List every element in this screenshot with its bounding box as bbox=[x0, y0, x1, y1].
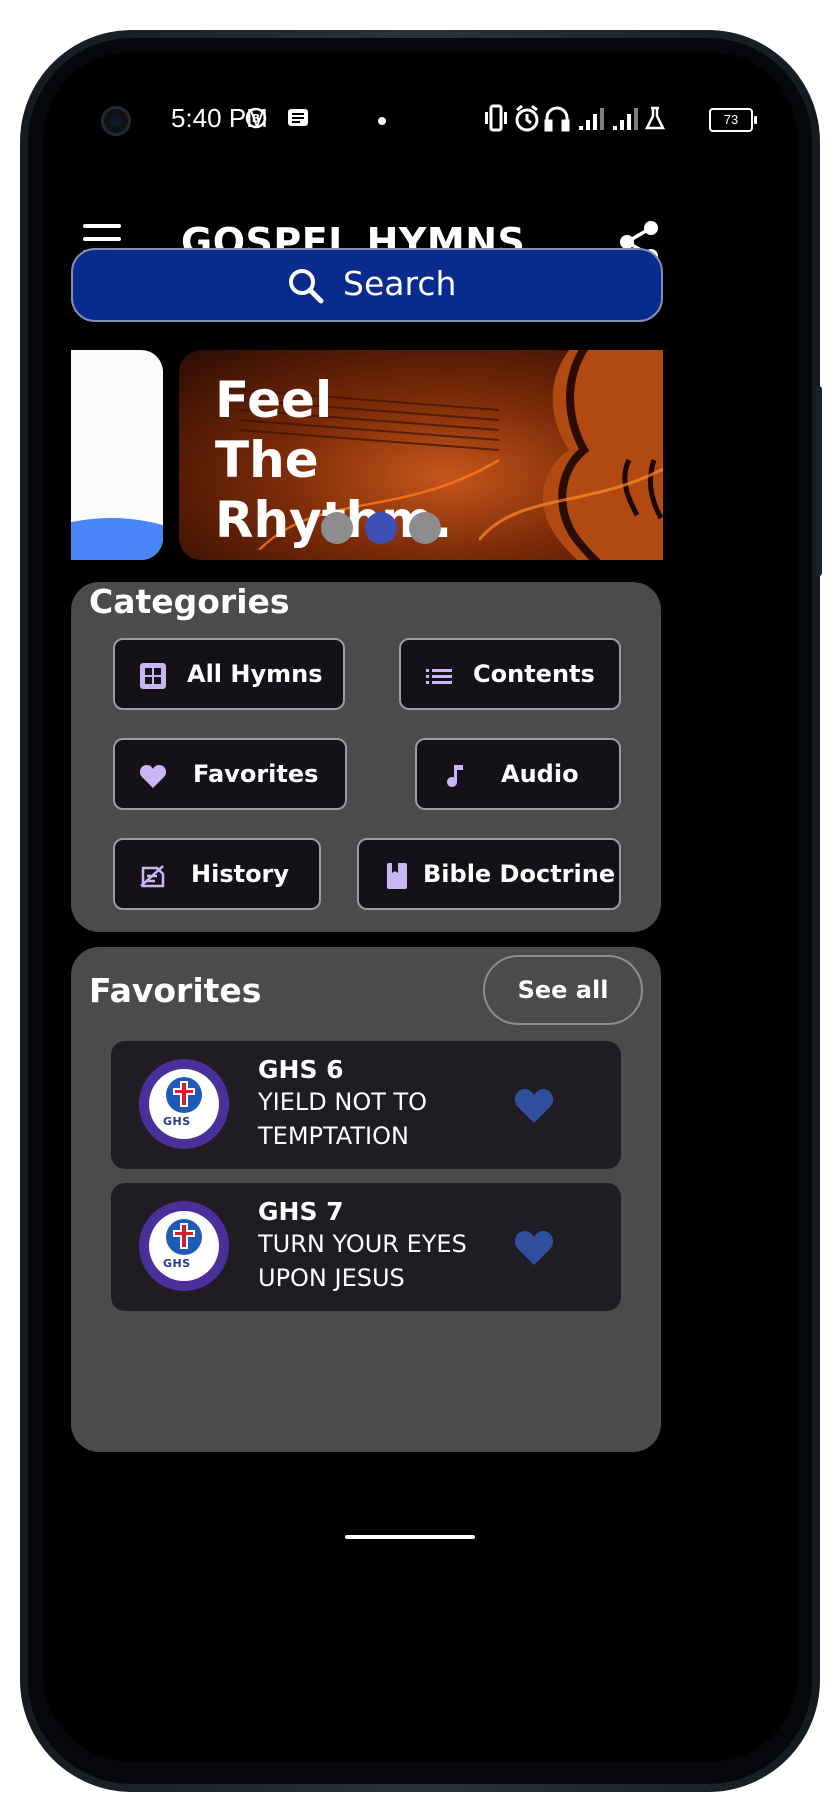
violin-image bbox=[479, 350, 663, 560]
volume-button bbox=[816, 386, 822, 576]
carousel-slide-previous[interactable] bbox=[71, 350, 163, 560]
favorite-heart-icon[interactable] bbox=[513, 1085, 555, 1125]
hymn-logo: GHS bbox=[139, 1201, 229, 1291]
favorite-hymn-item[interactable]: GHS GHS 6 YIELD NOT TO TEMPTATION bbox=[111, 1041, 621, 1169]
music-note-icon bbox=[447, 765, 463, 787]
logo-text: GHS bbox=[163, 1115, 191, 1128]
see-all-button[interactable]: See all bbox=[483, 955, 643, 1025]
category-contents[interactable]: Contents bbox=[399, 638, 621, 710]
svg-text:B: B bbox=[252, 112, 260, 125]
search-bar[interactable]: Search bbox=[71, 248, 663, 322]
app-screen: 5:40 PM B 73 GOSPEL HYMNS Search Feel Th… bbox=[43, 52, 798, 1762]
favorite-heart-icon[interactable] bbox=[513, 1227, 555, 1267]
carousel-indicators bbox=[321, 512, 461, 546]
search-label: Search bbox=[343, 264, 457, 303]
category-favorites[interactable]: Favorites bbox=[113, 738, 347, 810]
battery-indicator: 73 bbox=[709, 108, 757, 132]
hymn-title: YIELD NOT TO TEMPTATION bbox=[258, 1088, 428, 1150]
logo-text: GHS bbox=[163, 1257, 191, 1270]
alarm-icon bbox=[515, 104, 539, 132]
list-icon bbox=[426, 669, 452, 684]
headphones-icon bbox=[544, 106, 570, 132]
category-all-hymns[interactable]: All Hymns bbox=[113, 638, 345, 710]
hymn-number: GHS 6 bbox=[258, 1055, 344, 1084]
banner-carousel[interactable]: Feel The Rhythm. bbox=[71, 350, 663, 560]
category-label: Audio bbox=[501, 760, 579, 788]
vibrate-icon bbox=[485, 104, 507, 132]
lab-icon bbox=[644, 106, 666, 130]
carousel-indicator-3[interactable] bbox=[409, 512, 441, 544]
more-notifications-dot bbox=[378, 117, 386, 125]
hymn-number: GHS 7 bbox=[258, 1197, 344, 1226]
category-label: Bible Doctrine bbox=[423, 860, 616, 888]
history-icon bbox=[140, 865, 165, 888]
favorites-card: Favorites See all GHS GHS 6 YIELD NOT TO… bbox=[71, 947, 661, 1452]
category-label: All Hymns bbox=[187, 660, 323, 688]
hymn-title: TURN YOUR EYES UPON JESUS bbox=[258, 1230, 467, 1292]
category-label: History bbox=[191, 860, 290, 888]
status-bar: 5:40 PM B 73 bbox=[43, 52, 798, 192]
categories-card: Categories All Hymns Contents Favorites bbox=[71, 582, 661, 932]
grid-icon bbox=[140, 663, 166, 689]
slide-text-line-1: Feel bbox=[215, 371, 333, 429]
home-indicator[interactable] bbox=[345, 1535, 475, 1539]
favorite-hymn-item[interactable]: GHS GHS 7 TURN YOUR EYES UPON JESUS bbox=[111, 1183, 621, 1311]
app-notification-icon: B bbox=[245, 107, 267, 129]
carousel-indicator-1[interactable] bbox=[321, 512, 353, 544]
hymn-logo: GHS bbox=[139, 1059, 229, 1149]
carousel-indicator-2[interactable] bbox=[365, 512, 397, 544]
signal-icon-1 bbox=[579, 108, 604, 130]
signal-icon-2 bbox=[613, 108, 638, 130]
slide-text-line-2: The bbox=[215, 431, 319, 489]
message-notification-icon bbox=[287, 107, 309, 129]
search-icon bbox=[289, 269, 324, 304]
book-icon bbox=[387, 863, 407, 889]
categories-title: Categories bbox=[89, 582, 290, 621]
category-label: Contents bbox=[473, 660, 595, 688]
category-label: Favorites bbox=[193, 760, 319, 788]
category-audio[interactable]: Audio bbox=[415, 738, 621, 810]
front-camera bbox=[101, 106, 131, 136]
heart-icon bbox=[139, 765, 167, 788]
category-bible-doctrine[interactable]: Bible Doctrine bbox=[357, 838, 621, 910]
favorites-title: Favorites bbox=[89, 971, 262, 1010]
category-history[interactable]: History bbox=[113, 838, 321, 910]
